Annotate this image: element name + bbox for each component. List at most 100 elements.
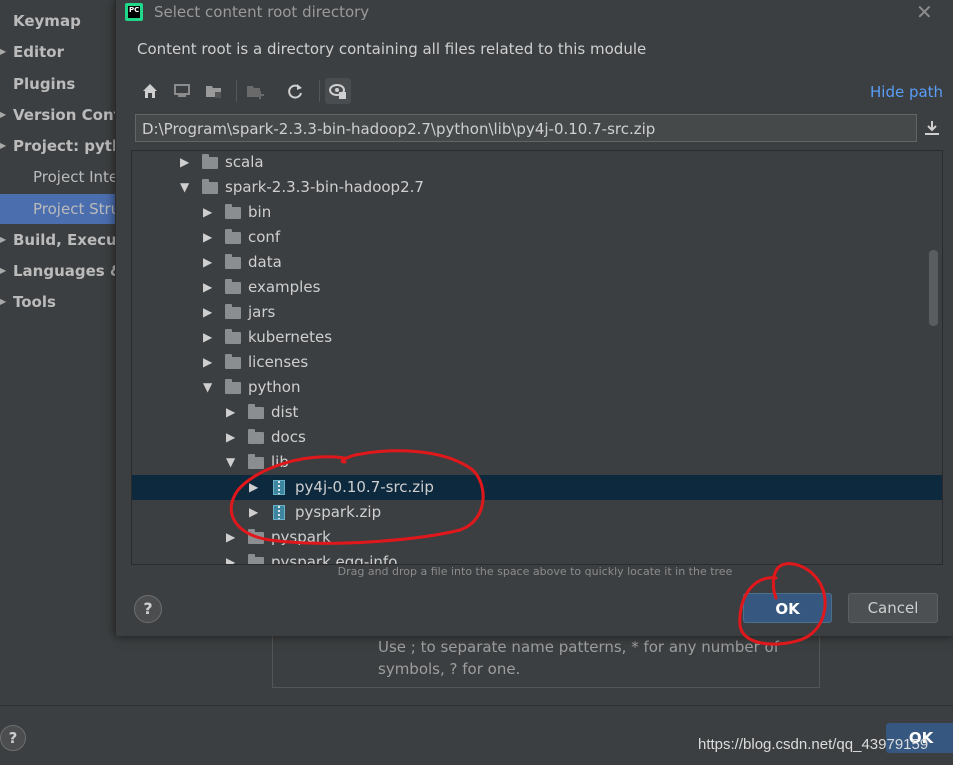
tree-row[interactable]: ▶ licenses: [132, 350, 942, 375]
chevron-right-icon[interactable]: ▶: [180, 151, 192, 175]
tree-row[interactable]: ▶ docs: [132, 425, 942, 450]
folder-icon: [225, 279, 241, 294]
chevron-right-icon[interactable]: ▶: [249, 475, 261, 500]
folder-icon: [225, 329, 241, 344]
tree-row[interactable]: ▶ kubernetes: [132, 325, 942, 350]
tree-row[interactable]: ▼ python: [132, 375, 942, 400]
folder-icon: [248, 404, 264, 419]
chevron-right-icon[interactable]: ▶: [0, 256, 6, 286]
chevron-right-icon[interactable]: ▶: [249, 500, 261, 525]
chevron-right-icon[interactable]: ▶: [0, 131, 6, 161]
chevron-right-icon[interactable]: ▶: [226, 400, 238, 425]
folder-icon: [225, 354, 241, 369]
refresh-icon[interactable]: [282, 78, 308, 104]
app-icon-text: PC: [129, 6, 140, 14]
tree-row[interactable]: ▶ jars: [132, 300, 942, 325]
file-tree[interactable]: ▶ scala ▼ spark-2.3.3-bin-hadoop2.7 ▶ bin ▶ con…: [131, 150, 943, 565]
sidebar-item-label: Editor: [13, 43, 64, 61]
select-content-root-dialog: PC Select content root directory ✕ Conte…: [115, 0, 953, 636]
chevron-right-icon[interactable]: ▶: [0, 287, 6, 317]
drag-drop-hint: Drag and drop a file into the space abov…: [337, 565, 733, 578]
pycharm-app-icon: PC: [125, 3, 143, 21]
tree-item-label: jars: [248, 303, 276, 321]
zip-archive-icon: [273, 480, 285, 495]
tree-row[interactable]: ▶ scala: [132, 151, 942, 175]
home-icon[interactable]: [137, 78, 163, 104]
ok-button[interactable]: OK: [743, 593, 832, 623]
tree-row[interactable]: ▶ pyspark.egg-info: [132, 550, 942, 565]
sidebar-item-label: Plugins: [13, 75, 76, 93]
folder-icon: [248, 529, 264, 544]
zip-archive-icon: [273, 505, 285, 520]
tree-row[interactable]: ▼ lib: [132, 450, 942, 475]
chevron-right-icon[interactable]: ▶: [203, 350, 215, 375]
settings-help-button[interactable]: ?: [0, 725, 26, 751]
folder-icon: [225, 204, 241, 219]
tree-item-label: pyspark.zip: [295, 503, 382, 521]
project-folder-icon[interactable]: [201, 78, 227, 104]
tree-row[interactable]: ▶ data: [132, 250, 942, 275]
chevron-right-icon[interactable]: ▶: [226, 550, 238, 564]
chevron-down-icon[interactable]: ▼: [226, 450, 238, 475]
new-folder-icon[interactable]: [242, 78, 268, 104]
chevron-right-icon[interactable]: ▶: [203, 275, 215, 300]
hide-path-link[interactable]: Hide path: [870, 83, 943, 101]
chevron-right-icon[interactable]: ▶: [0, 37, 6, 67]
chevron-right-icon[interactable]: ▶: [0, 225, 6, 255]
tree-item-label: pyspark.egg-info: [271, 553, 398, 565]
tree-scrollbar[interactable]: [929, 250, 938, 326]
cancel-button[interactable]: Cancel: [848, 593, 938, 623]
tree-row[interactable]: ▶ py4j-0.10.7-src.zip: [132, 475, 942, 500]
show-hidden-icon[interactable]: [325, 78, 351, 104]
pattern-hint-line1: Use ; to separate name patterns, * for a…: [378, 638, 779, 656]
chevron-right-icon[interactable]: ▶: [203, 250, 215, 275]
sidebar-item-label: Keymap: [13, 12, 81, 30]
tree-row[interactable]: ▶ dist: [132, 400, 942, 425]
toolbar-separator: [236, 80, 237, 102]
pattern-hint: Use ; to separate name patterns, * for a…: [378, 636, 798, 680]
chevron-right-icon[interactable]: ▶: [203, 225, 215, 250]
desktop-icon[interactable]: [169, 78, 195, 104]
path-input[interactable]: D:\Program\spark-2.3.3-bin-hadoop2.7\pyt…: [135, 114, 917, 142]
watermark: https://blog.csdn.net/qq_43979159: [698, 736, 929, 753]
chevron-right-icon[interactable]: ▶: [226, 425, 238, 450]
divider: [0, 705, 953, 706]
close-icon[interactable]: ✕: [916, 0, 933, 24]
chevron-right-icon[interactable]: ▶: [203, 325, 215, 350]
chevron-right-icon[interactable]: ▶: [203, 300, 215, 325]
pattern-hint-line2: symbols, ? for one.: [378, 660, 521, 678]
folder-icon: [248, 554, 264, 564]
tree-row[interactable]: ▶ bin: [132, 200, 942, 225]
sidebar-item-label: Tools: [13, 293, 56, 311]
tree-item-label: py4j-0.10.7-src.zip: [295, 478, 434, 496]
tree-row[interactable]: ▶ pyspark: [132, 525, 942, 550]
tree-item-label: spark-2.3.3-bin-hadoop2.7: [225, 178, 424, 196]
dialog-title: Select content root directory: [154, 3, 370, 21]
chevron-down-icon[interactable]: ▼: [203, 375, 215, 400]
tree-item-label: data: [248, 253, 282, 271]
chevron-down-icon[interactable]: ▼: [180, 175, 192, 200]
chevron-right-icon[interactable]: ▶: [0, 100, 6, 130]
chevron-right-icon[interactable]: ▶: [203, 200, 215, 225]
help-button[interactable]: ?: [134, 595, 162, 623]
folder-icon: [248, 454, 264, 469]
chevron-right-icon[interactable]: ▶: [226, 525, 238, 550]
download-icon[interactable]: [922, 118, 942, 138]
tree-row[interactable]: ▶ examples: [132, 275, 942, 300]
folder-icon: [225, 379, 241, 394]
tree-item-label: conf: [248, 228, 281, 246]
tree-row[interactable]: ▶ pyspark.zip: [132, 500, 942, 525]
folder-icon: [202, 179, 218, 194]
tree-item-label: python: [248, 378, 301, 396]
tree-item-label: lib: [271, 453, 289, 471]
dialog-description: Content root is a directory containing a…: [137, 40, 647, 58]
folder-icon: [248, 429, 264, 444]
tree-row[interactable]: ▼ spark-2.3.3-bin-hadoop2.7: [132, 175, 942, 200]
tree-item-label: bin: [248, 203, 272, 221]
folder-icon: [225, 254, 241, 269]
tree-item-label: pyspark: [271, 528, 331, 546]
tree-row[interactable]: ▶ conf: [132, 225, 942, 250]
tree-item-label: scala: [225, 153, 264, 171]
tree-item-label: examples: [248, 278, 321, 296]
tree-item-label: kubernetes: [248, 328, 333, 346]
